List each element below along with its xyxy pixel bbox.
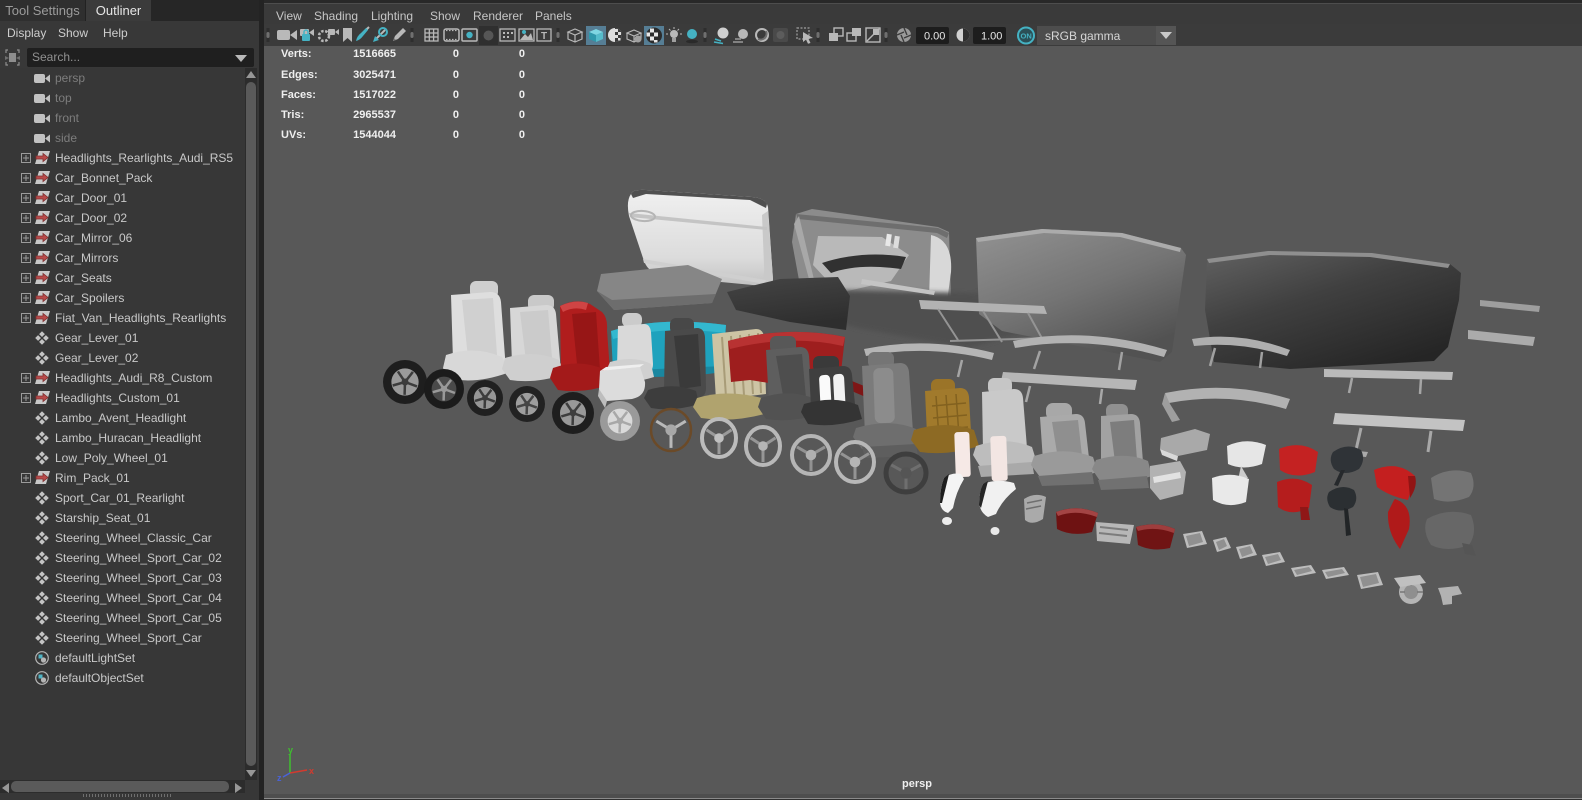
svg-text:y: y (288, 746, 293, 755)
svg-text:T: T (541, 31, 547, 42)
svg-text:1.00: 1.00 (981, 31, 1002, 43)
svg-text:z: z (277, 773, 282, 783)
svg-text:sRGB gamma: sRGB gamma (1045, 29, 1121, 43)
svg-text:ON: ON (1021, 32, 1032, 41)
svg-text:0.00: 0.00 (924, 31, 945, 43)
svg-text:x: x (309, 766, 314, 776)
